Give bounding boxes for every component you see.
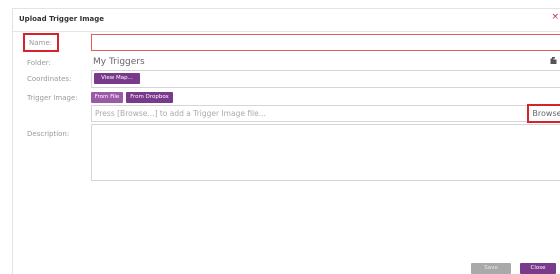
folder-label: Folder: (27, 59, 51, 67)
view-map-button[interactable]: View Map... (94, 73, 140, 84)
folder-icon[interactable] (550, 57, 557, 65)
folder-value: My Triggers (93, 57, 145, 67)
close-button[interactable]: Close (520, 263, 556, 274)
trigger-image-placeholder: Press [Browse...] to add a Trigger Image… (95, 109, 266, 118)
name-label-highlight: Name: (23, 33, 59, 52)
upload-trigger-image-dialog: Upload Trigger Image × Name: Folder: My … (12, 8, 560, 274)
coordinates-field (91, 70, 560, 88)
from-dropbox-button[interactable]: From Dropbox (126, 92, 173, 103)
coordinates-label: Coordinates: (27, 75, 72, 83)
trigger-image-label: Trigger Image: (27, 94, 78, 102)
browse-button[interactable]: Browse (527, 104, 560, 123)
name-label: Name: (29, 39, 53, 47)
from-file-button[interactable]: From File (91, 92, 123, 103)
close-icon[interactable]: × (551, 12, 559, 22)
description-label: Description: (27, 130, 70, 138)
name-input[interactable] (91, 34, 560, 51)
dialog-title: Upload Trigger Image (19, 15, 104, 23)
save-button[interactable]: Save (471, 263, 511, 274)
description-textarea[interactable] (91, 124, 560, 181)
trigger-image-input[interactable]: Press [Browse...] to add a Trigger Image… (91, 105, 531, 122)
dialog-titlebar: Upload Trigger Image × (13, 9, 560, 32)
